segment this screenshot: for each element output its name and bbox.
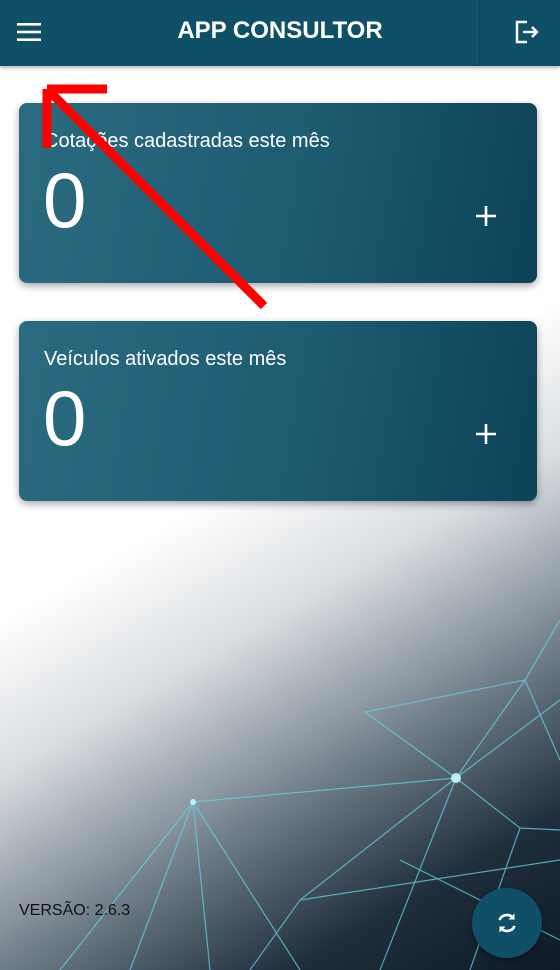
card-quotes[interactable]: Cotações cadastradas este mês 0 <box>19 103 537 283</box>
app-title: APP CONSULTOR <box>177 17 383 44</box>
card-quotes-value: 0 <box>43 156 87 244</box>
plus-icon[interactable] <box>473 203 499 229</box>
card-quotes-label: Cotações cadastradas este mês <box>44 130 330 152</box>
logout-button[interactable] <box>504 9 550 55</box>
plus-icon[interactable] <box>473 421 499 447</box>
app-bar-divider <box>479 0 480 66</box>
app-bar: APP CONSULTOR <box>0 0 560 66</box>
card-vehicles[interactable]: Veículos ativados este mês 0 <box>19 321 537 501</box>
version-label: VERSÃO: 2.6.3 <box>19 902 131 919</box>
logout-icon <box>515 20 539 44</box>
refresh-button[interactable] <box>472 888 542 958</box>
card-vehicles-label: Veículos ativados este mês <box>44 348 287 370</box>
card-vehicles-value: 0 <box>43 374 87 462</box>
refresh-icon <box>498 913 516 933</box>
